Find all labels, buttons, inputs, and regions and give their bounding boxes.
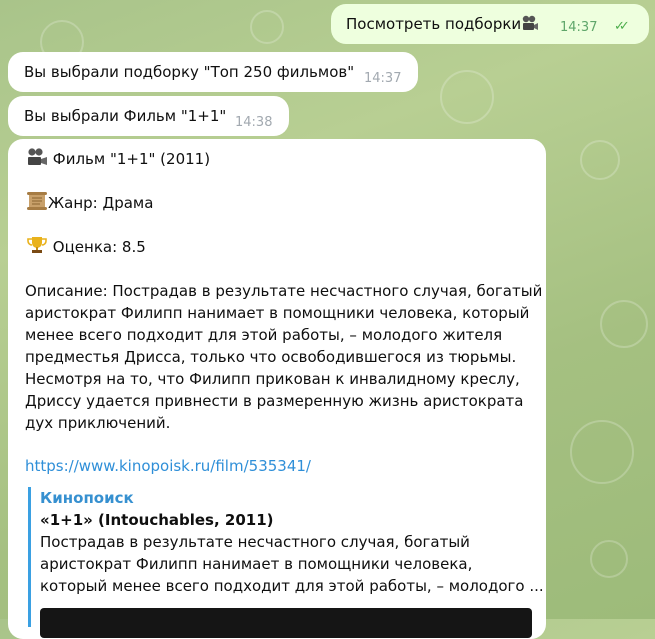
description-line: предместья Дрисса, только что освободивш… [25, 348, 517, 366]
film-description: Описание: Пострадав в результате несчаст… [25, 280, 542, 434]
preview-title: «1+1» (Intouchables, 2011) [40, 511, 274, 529]
outgoing-message[interactable]: Посмотреть подборки 14:37 ✓✓ [331, 4, 649, 44]
background-doodle [600, 300, 648, 348]
message-text: Вы выбрали подборку "Топ 250 фильмов" [24, 63, 355, 81]
outgoing-message-text: Посмотреть подборки [346, 15, 522, 33]
trophy-icon [26, 235, 48, 261]
message-text: Вы выбрали Фильм "1+1" [24, 107, 227, 125]
background-doodle [440, 70, 494, 124]
message-time: 14:37 [560, 20, 598, 35]
description-line: Несмотря на то, что Филипп прикован к ин… [25, 370, 520, 388]
film-rating: Оценка: 8.5 [52, 238, 146, 256]
message-time: 14:38 [235, 115, 273, 130]
kinopoisk-link[interactable]: https://www.kinopoisk.ru/film/535341/ [25, 455, 311, 477]
description-line: аристократ Филипп нанимает в помощники ч… [25, 304, 530, 322]
rating-row: Оценка: 8.5 [26, 235, 146, 261]
background-doodle [570, 420, 634, 484]
description-line: дух приключений. [25, 414, 171, 432]
film-genre: Жанр: Драма [48, 194, 154, 212]
background-doodle [250, 10, 284, 44]
genre-row: Жанр: Драма [26, 191, 153, 217]
description-line: менее всего подходит для этой работы, – … [25, 326, 503, 344]
message-time: 14:37 [364, 71, 402, 86]
preview-description-line: который менее всего подходит для этой ра… [40, 577, 544, 595]
film-title: Фильм "1+1" (2011) [52, 150, 211, 168]
background-doodle [580, 140, 620, 180]
preview-image[interactable] [40, 608, 532, 638]
incoming-message[interactable]: Вы выбрали Фильм "1+1" 14:38 [8, 96, 289, 136]
scroll-icon [26, 191, 48, 217]
film-title-row: Фильм "1+1" (2011) [26, 147, 210, 173]
preview-site-name: Кинопоиск [40, 489, 134, 507]
description-line: Описание: Пострадав в результате несчаст… [25, 282, 543, 300]
description-line: Дриссу удается привнести в размеренную ж… [25, 392, 524, 410]
read-checkmarks-icon: ✓✓ [614, 19, 630, 34]
incoming-message[interactable]: Вы выбрали подборку "Топ 250 фильмов" 14… [8, 52, 418, 92]
film-projector-icon [26, 147, 48, 173]
film-projector-icon [521, 14, 539, 38]
film-card-message[interactable]: Фильм "1+1" (2011) Жанр: Драма Оценка: 8… [8, 139, 546, 639]
background-doodle [590, 540, 628, 578]
preview-description-line: Пострадав в результате несчастного случа… [40, 533, 470, 551]
link-preview[interactable]: Кинопоиск «1+1» (Intouchables, 2011) Пос… [28, 487, 544, 638]
preview-description-line: аристократ Филипп нанимает в помощники ч… [40, 555, 473, 573]
